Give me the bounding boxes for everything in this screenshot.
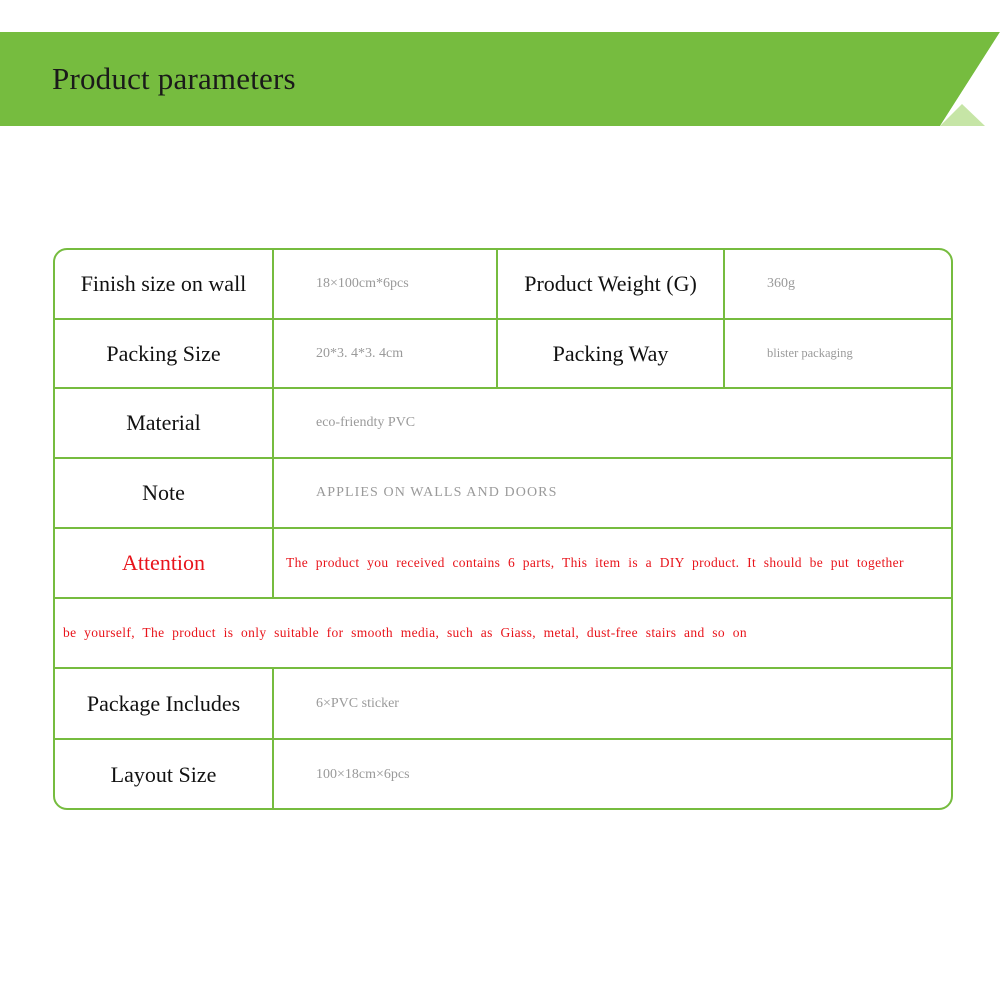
row-value-package-includes: 6×PVC sticker bbox=[316, 695, 399, 711]
table-row-attention: Attention The product you received conta… bbox=[55, 529, 951, 599]
page-header-banner: Product parameters bbox=[0, 32, 1000, 126]
row-value-packing-way: blister packaging bbox=[767, 346, 853, 360]
product-parameters-table: Finish size on wall 18×100cm*6pcs Produc… bbox=[53, 248, 953, 810]
table-row-attention-continued: be yourself, The product is only suitabl… bbox=[55, 599, 951, 669]
row-label-attention: Attention bbox=[55, 529, 274, 597]
row-label-material: Material bbox=[55, 389, 274, 457]
table-row: Package Includes 6×PVC sticker bbox=[55, 669, 951, 740]
row-value-material: eco-friendty PVC bbox=[316, 415, 416, 430]
row-label-finish-size-on-wall: Finish size on wall bbox=[55, 250, 274, 318]
table-row: Note APPLIES ON WALLS AND DOORS bbox=[55, 459, 951, 529]
table-row: Packing Size 20*3. 4*3. 4cm Packing Way … bbox=[55, 320, 951, 389]
row-value-finish-size-on-wall: 18×100cm*6pcs bbox=[274, 250, 498, 318]
table-row: Material eco-friendty PVC bbox=[55, 389, 951, 459]
row-label-package-includes: Package Includes bbox=[55, 669, 274, 738]
table-row: Finish size on wall 18×100cm*6pcs Produc… bbox=[55, 250, 951, 320]
row-label-packing-way: Packing Way bbox=[498, 320, 725, 387]
row-value-attention-line-1: The product you received contains 6 part… bbox=[286, 555, 904, 570]
row-label-note: Note bbox=[55, 459, 274, 527]
row-label-packing-size: Packing Size bbox=[55, 320, 274, 387]
row-value-product-weight: 360g bbox=[767, 276, 795, 291]
row-label-layout-size: Layout Size bbox=[55, 740, 274, 810]
row-value-layout-size: 100×18cm×6pcs bbox=[316, 767, 410, 782]
row-value-packing-size: 20*3. 4*3. 4cm bbox=[274, 320, 498, 387]
page-title: Product parameters bbox=[52, 61, 296, 96]
row-label-product-weight: Product Weight (G) bbox=[498, 250, 725, 318]
row-value-attention-line-2: be yourself, The product is only suitabl… bbox=[63, 625, 747, 640]
table-row: Layout Size 100×18cm×6pcs bbox=[55, 740, 951, 810]
row-value-note: APPLIES ON WALLS AND DOORS bbox=[316, 485, 558, 500]
